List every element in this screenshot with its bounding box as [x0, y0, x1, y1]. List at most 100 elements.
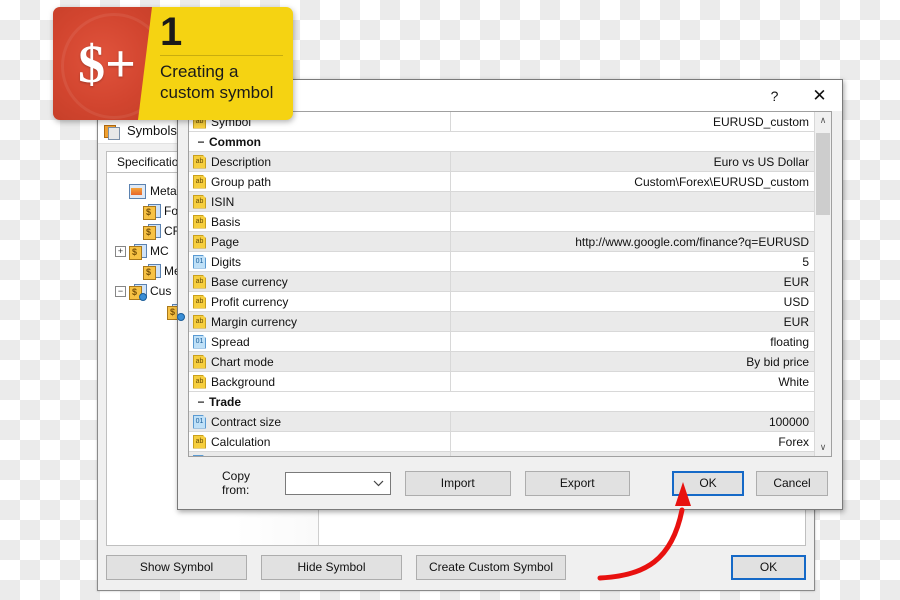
- text-type-icon: ab: [193, 174, 206, 189]
- table-row[interactable]: ab Group path Custom\Forex\EURUSD_custom: [189, 172, 814, 192]
- create-custom-symbol-button[interactable]: Create Custom Symbol: [416, 554, 566, 580]
- property-name-cell: ab ISIN: [189, 192, 451, 211]
- table-row-partial[interactable]: 01: [189, 452, 814, 456]
- property-label: Chart mode: [211, 354, 274, 369]
- property-name-cell: ab Page: [189, 232, 451, 251]
- badge-title-line1: Creating a: [160, 62, 239, 81]
- property-value-cell[interactable]: EURUSD_custom: [451, 115, 814, 129]
- text-type-icon: ab: [193, 154, 206, 169]
- group-label: Trade: [209, 394, 242, 409]
- close-icon[interactable]: ✕: [797, 81, 842, 111]
- property-value-cell[interactable]: EUR: [451, 275, 814, 289]
- table-row[interactable]: 01 Digits 5: [189, 252, 814, 272]
- property-value-cell[interactable]: White: [451, 375, 814, 389]
- text-type-icon: ab: [193, 314, 206, 329]
- scrollbar-track[interactable]: [815, 129, 831, 439]
- scroll-down-icon[interactable]: ∨: [815, 439, 831, 456]
- property-value-cell[interactable]: floating: [451, 335, 814, 349]
- property-name-cell: ab Chart mode: [189, 352, 451, 371]
- text-type-icon: ab: [193, 234, 206, 249]
- symbol-folder-custom-icon: $: [129, 283, 147, 301]
- property-value-cell[interactable]: Custom\Forex\EURUSD_custom: [451, 175, 814, 189]
- table-row[interactable]: 01 Spread floating: [189, 332, 814, 352]
- symbol-folder-icon: $: [143, 263, 161, 280]
- table-row[interactable]: ab Basis: [189, 212, 814, 232]
- table-row[interactable]: ab Margin currency EUR: [189, 312, 814, 332]
- number-type-icon: 01: [193, 414, 206, 429]
- copy-from-label: Copy from:: [222, 469, 251, 497]
- table-group-row[interactable]: − Common: [189, 132, 814, 152]
- property-value-cell[interactable]: USD: [451, 295, 814, 309]
- tree-expand-plus-icon[interactable]: +: [115, 245, 126, 257]
- scroll-up-icon[interactable]: ∧: [815, 112, 831, 129]
- property-label: Contract size: [211, 414, 282, 429]
- folder-main-icon: [129, 183, 146, 199]
- table-row[interactable]: ab ISIN: [189, 192, 814, 212]
- tree-item-label: MC: [150, 244, 169, 258]
- property-value-cell[interactable]: 100000: [451, 415, 814, 429]
- table-row[interactable]: ab Profit currency USD: [189, 292, 814, 312]
- export-button[interactable]: Export: [524, 470, 630, 496]
- table-row[interactable]: ab Base currency EUR: [189, 272, 814, 292]
- tree-expander-icon: [115, 186, 126, 197]
- tree-collapse-minus-icon[interactable]: −: [115, 285, 126, 297]
- property-name-cell: ab Basis: [189, 212, 451, 231]
- import-button[interactable]: Import: [405, 470, 511, 496]
- show-symbol-button[interactable]: Show Symbol: [106, 554, 247, 580]
- table-group-row[interactable]: − Trade: [189, 392, 814, 412]
- text-type-icon: ab: [193, 274, 206, 289]
- tutorial-step-badge: $+ 1 Creating a custom symbol: [53, 7, 293, 120]
- property-label: Profit currency: [211, 294, 289, 309]
- property-name-cell: ab Base currency: [189, 272, 451, 291]
- gear-icon: [139, 292, 147, 301]
- property-label: Calculation: [211, 434, 271, 449]
- tree-item-label: Cus: [150, 284, 172, 298]
- hide-symbol-button[interactable]: Hide Symbol: [261, 554, 402, 580]
- property-grid: ab Symbol EURUSD_custom − Common ab Desc…: [188, 111, 832, 457]
- property-value-cell[interactable]: Euro vs US Dollar: [451, 155, 814, 169]
- badge-title-line2: custom symbol: [160, 83, 274, 102]
- property-label: Background: [211, 374, 276, 389]
- table-row[interactable]: ab Background White: [189, 372, 814, 392]
- dialog-cancel-button[interactable]: Cancel: [756, 470, 828, 496]
- text-type-icon: ab: [193, 194, 206, 209]
- number-type-icon: 01: [193, 334, 206, 349]
- property-rows[interactable]: ab Symbol EURUSD_custom − Common ab Desc…: [189, 112, 814, 456]
- table-row[interactable]: ab Chart mode By bid price: [189, 352, 814, 372]
- scrollbar-thumb[interactable]: [816, 133, 830, 215]
- dialog-ok-button[interactable]: OK: [672, 470, 745, 496]
- property-name-cell: ab Group path: [189, 172, 451, 191]
- property-value-cell[interactable]: By bid price: [451, 355, 814, 369]
- copy-from-select[interactable]: [285, 471, 391, 495]
- property-name-cell: − Trade: [189, 392, 814, 411]
- symbols-ok-button[interactable]: OK: [731, 554, 806, 580]
- help-icon[interactable]: ?: [752, 81, 797, 111]
- symbol-folder-icon: $: [143, 203, 161, 220]
- number-type-icon: 01: [193, 454, 206, 456]
- property-value-cell[interactable]: 5: [451, 255, 814, 269]
- property-name-cell: 01 Spread: [189, 332, 451, 351]
- collapse-minus-icon[interactable]: −: [193, 136, 209, 148]
- table-row[interactable]: ab Page http://www.google.com/finance?q=…: [189, 232, 814, 252]
- property-name-cell: 01 Contract size: [189, 412, 451, 431]
- property-label: Spread: [211, 334, 250, 349]
- table-row[interactable]: ab Calculation Forex: [189, 432, 814, 452]
- property-value-cell[interactable]: http://www.google.com/finance?q=EURUSD: [451, 235, 814, 249]
- badge-text-panel: 1 Creating a custom symbol: [138, 7, 293, 120]
- table-row[interactable]: ab Description Euro vs US Dollar: [189, 152, 814, 172]
- property-value-cell[interactable]: EUR: [451, 315, 814, 329]
- text-type-icon: ab: [193, 214, 206, 229]
- property-grid-scrollbar[interactable]: ∧ ∨: [814, 112, 831, 456]
- property-value-cell[interactable]: Forex: [451, 435, 814, 449]
- gear-icon: [177, 312, 185, 321]
- text-type-icon: ab: [193, 374, 206, 389]
- table-row[interactable]: 01 Contract size 100000: [189, 412, 814, 432]
- symbol-folder-icon: $: [129, 243, 147, 260]
- property-name-cell: 01 Digits: [189, 252, 451, 271]
- property-label: Description: [211, 154, 272, 169]
- property-label: Digits: [211, 254, 242, 269]
- text-type-icon: ab: [193, 434, 206, 449]
- property-name-cell: ab Profit currency: [189, 292, 451, 311]
- symbols-window-icon: [104, 124, 120, 140]
- collapse-minus-icon[interactable]: −: [193, 396, 209, 408]
